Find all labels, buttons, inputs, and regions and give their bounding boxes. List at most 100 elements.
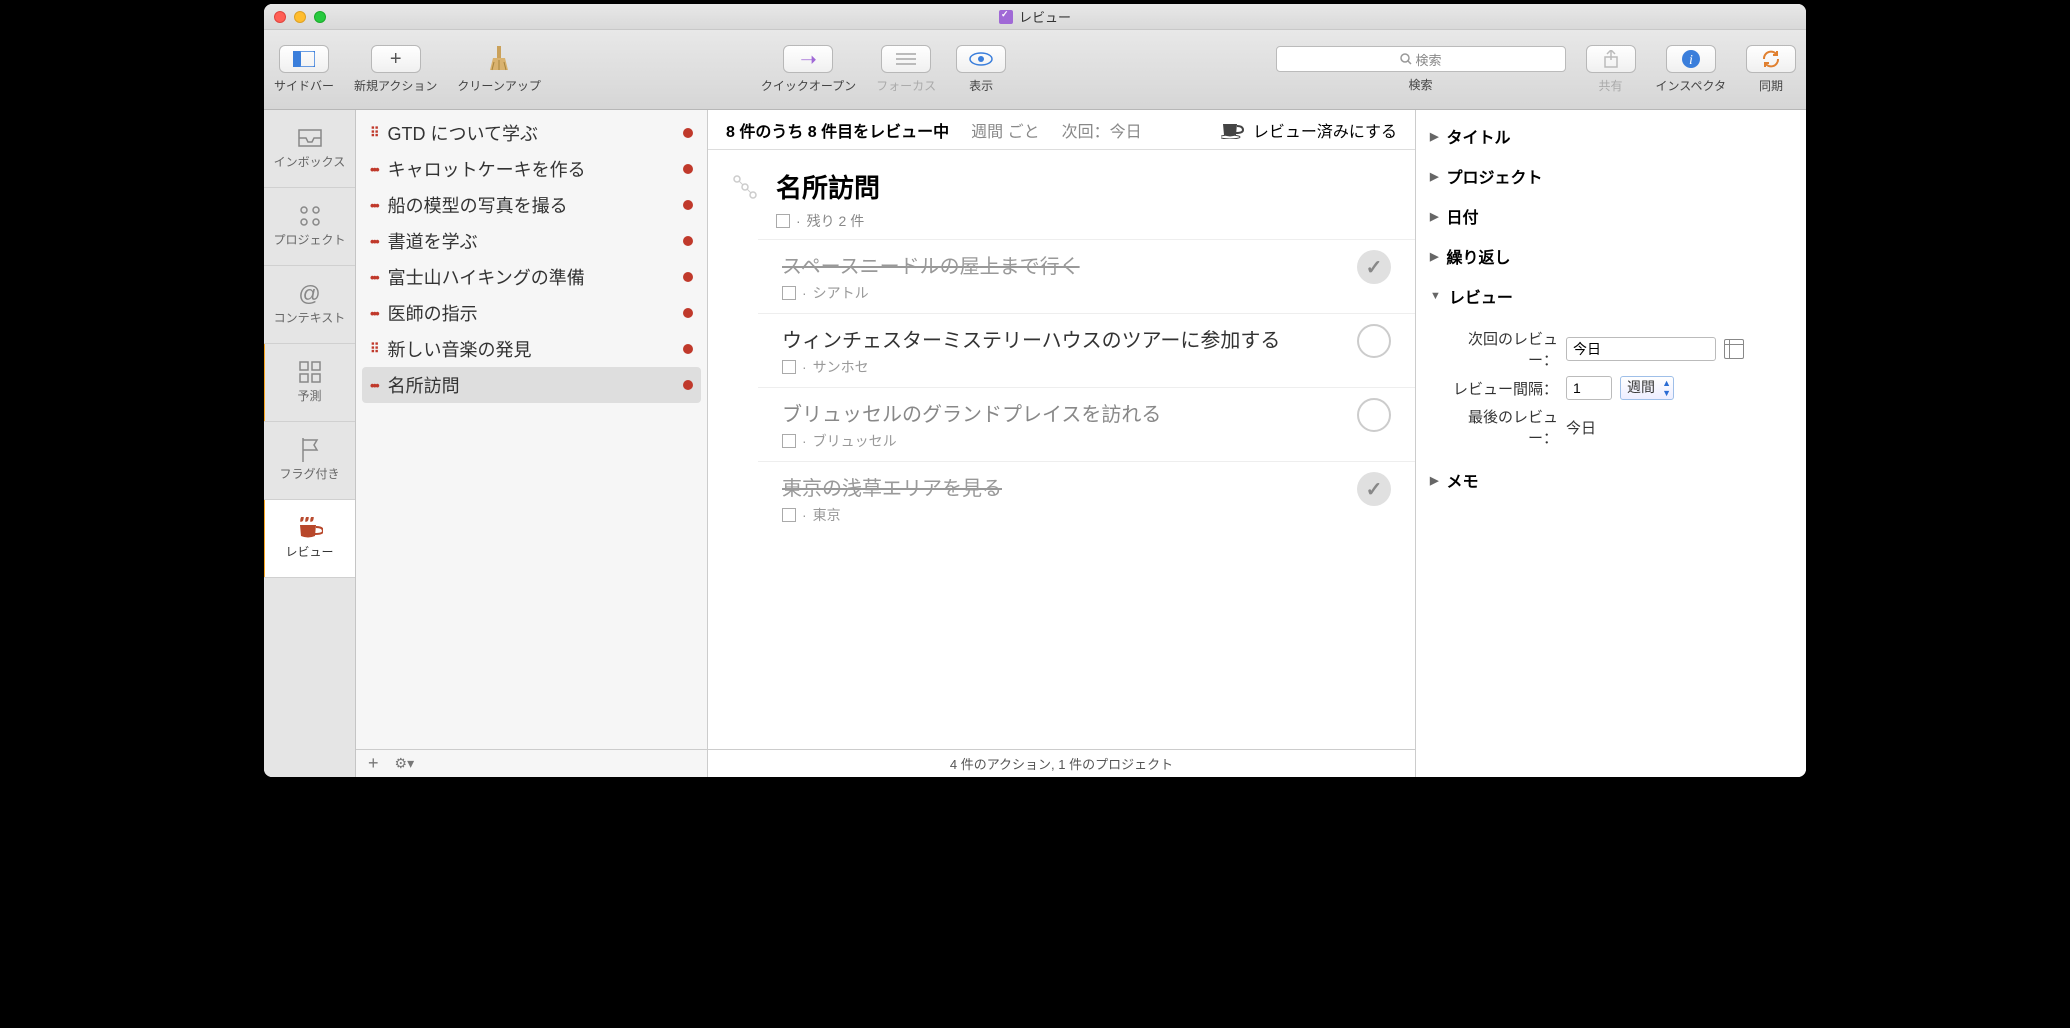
zoom-window-button[interactable] (314, 11, 326, 23)
note-icon[interactable] (782, 434, 796, 448)
gear-menu-button[interactable]: ⚙︎▾ (395, 755, 415, 772)
sidebar-item[interactable]: ••• 名所訪問 (362, 367, 701, 403)
task-checkbox[interactable] (1357, 398, 1391, 432)
task-title: ウィンチェスターミステリーハウスのツアーに参加する (782, 324, 1345, 353)
note-icon[interactable] (782, 508, 796, 522)
at-icon: @ (298, 281, 320, 307)
add-button[interactable]: + (368, 753, 379, 774)
share-icon (1603, 50, 1619, 68)
review-next: 次回：今日 (1062, 118, 1142, 142)
sync-icon (1761, 50, 1781, 68)
disclosure-triangle-icon: ▶ (1430, 170, 1438, 183)
titlebar: レビュー (264, 4, 1806, 30)
note-icon[interactable] (782, 360, 796, 374)
note-icon[interactable] (776, 214, 790, 228)
disclosure-triangle-icon: ▶ (1430, 250, 1438, 263)
broom-icon (488, 46, 510, 72)
task-checkbox[interactable] (1357, 324, 1391, 358)
task-row[interactable]: ウィンチェスターミステリーハウスのツアーに参加する ·サンホセ (758, 313, 1415, 387)
sidebar-item[interactable]: ••• 書道を学ぶ (356, 223, 707, 259)
sequential-project-icon: ••• (370, 234, 378, 249)
perspective-review[interactable]: レビュー (264, 500, 355, 578)
eye-icon (969, 52, 993, 66)
note-icon[interactable] (782, 286, 796, 300)
inspector-panel: ▶タイトル ▶プロジェクト ▶日付 ▶繰り返し ▼レビュー 次回のレビュー： レ… (1416, 110, 1806, 777)
review-due-dot (683, 308, 693, 318)
inbox-icon (297, 128, 323, 148)
search-icon (1400, 53, 1412, 65)
quick-open-button[interactable]: ➝ クイックオープン (761, 45, 856, 94)
review-status: 8 件のうち 8 件目をレビュー中 (726, 118, 949, 142)
review-header: 8 件のうち 8 件目をレビュー中 週間 ごと 次回：今日 レビュー済みにする (708, 110, 1415, 150)
review-interval: 週間 ごと (971, 118, 1039, 142)
cleanup-button[interactable]: クリーンアップ (457, 45, 540, 94)
svg-text:i: i (1689, 53, 1693, 68)
interval-unit-select[interactable]: 週間 ▲▼ (1620, 376, 1674, 400)
toolbar: サイドバー + 新規アクション クリーンアップ ➝ クイックオープン フォーカス… (264, 30, 1806, 110)
review-due-dot (683, 200, 693, 210)
sidebar-item[interactable]: ••• 医師の指示 (356, 295, 707, 331)
task-row[interactable]: ブリュッセルのグランドプレイスを訪れる ·ブリュッセル (758, 387, 1415, 461)
sequential-project-icon: ••• (370, 378, 378, 393)
mark-reviewed-button[interactable]: レビュー済みにする (1221, 118, 1397, 142)
toggle-sidebar-button[interactable]: サイドバー (274, 45, 334, 94)
sync-button[interactable]: 同期 (1746, 45, 1796, 94)
cup-icon (1221, 121, 1245, 139)
inspector-section-dates[interactable]: ▶日付 (1430, 196, 1792, 236)
perspective-contexts[interactable]: @ コンテキスト (264, 266, 355, 344)
sequential-project-icon: ••• (370, 198, 378, 213)
task-title: スペースニードルの屋上まで行く (782, 250, 1345, 279)
new-action-button[interactable]: + 新規アクション (354, 45, 437, 94)
sidebar-item[interactable]: ••• 船の模型の写真を撮る (356, 187, 707, 223)
calendar-icon[interactable] (1724, 339, 1744, 359)
projects-icon (298, 204, 322, 228)
interval-label: レビュー間隔： (1448, 378, 1558, 399)
coffee-cup-icon (297, 517, 323, 539)
sidebar-item[interactable]: ••• キャロットケーキを作る (356, 151, 707, 187)
review-due-dot (683, 272, 693, 282)
inspector-section-repeat[interactable]: ▶繰り返し (1430, 236, 1792, 276)
sequential-project-icon: ••• (370, 306, 378, 321)
next-review-label: 次回のレビュー： (1448, 328, 1558, 370)
window-title-text: レビュー (1019, 7, 1071, 26)
inspector-section-title[interactable]: ▶タイトル (1430, 116, 1792, 156)
search-input[interactable]: 検索 (1276, 46, 1566, 72)
disclosure-triangle-icon: ▶ (1430, 130, 1438, 143)
project-header: 名所訪問 · 残り 2 件 (708, 150, 1415, 239)
task-checkbox[interactable] (1357, 250, 1391, 284)
task-checkbox[interactable] (1357, 472, 1391, 506)
window-controls (274, 11, 326, 23)
project-sidebar: ⠿ GTD について学ぶ ••• キャロットケーキを作る ••• 船の模型の写真… (356, 110, 708, 777)
view-button[interactable]: 表示 (956, 45, 1006, 94)
perspective-inbox[interactable]: インボックス (264, 110, 355, 188)
review-due-dot (683, 236, 693, 246)
task-title: 東京の浅草エリアを見る (782, 472, 1345, 501)
perspective-flagged[interactable]: フラグ付き (264, 422, 355, 500)
main-area: インボックス プロジェクト @ コンテキスト 予測 フラグ付き レビュー (264, 110, 1806, 777)
task-row[interactable]: 東京の浅草エリアを見る ·東京 (758, 461, 1415, 535)
perspective-projects[interactable]: プロジェクト (264, 188, 355, 266)
interval-input[interactable] (1566, 376, 1612, 400)
inspector-button[interactable]: i インスペクタ (1656, 45, 1726, 94)
focus-button[interactable]: フォーカス (876, 45, 936, 94)
window-title: レビュー (999, 7, 1071, 26)
close-window-button[interactable] (274, 11, 286, 23)
task-title: ブリュッセルのグランドプレイスを訪れる (782, 398, 1345, 427)
search-field-container: 検索 検索 (1276, 46, 1566, 93)
inspector-section-project[interactable]: ▶プロジェクト (1430, 156, 1792, 196)
sidebar-item[interactable]: ⠿ GTD について学ぶ (356, 115, 707, 151)
review-due-dot (683, 128, 693, 138)
disclosure-triangle-icon: ▶ (1430, 474, 1438, 487)
sidebar-item[interactable]: ⠿ 新しい音楽の発見 (356, 331, 707, 367)
list-icon (896, 52, 916, 66)
inspector-section-note[interactable]: ▶メモ (1430, 460, 1792, 500)
task-row[interactable]: スペースニードルの屋上まで行く ·シアトル (758, 239, 1415, 313)
minimize-window-button[interactable] (294, 11, 306, 23)
next-review-input[interactable] (1566, 337, 1716, 361)
last-review-value: 今日 (1566, 417, 1596, 438)
inspector-section-review[interactable]: ▼レビュー (1430, 276, 1792, 316)
sidebar-item[interactable]: ••• 富士山ハイキングの準備 (356, 259, 707, 295)
perspective-forecast[interactable]: 予測 (264, 344, 355, 422)
share-button[interactable]: 共有 (1586, 45, 1636, 94)
last-review-label: 最後のレビュー： (1448, 406, 1558, 448)
